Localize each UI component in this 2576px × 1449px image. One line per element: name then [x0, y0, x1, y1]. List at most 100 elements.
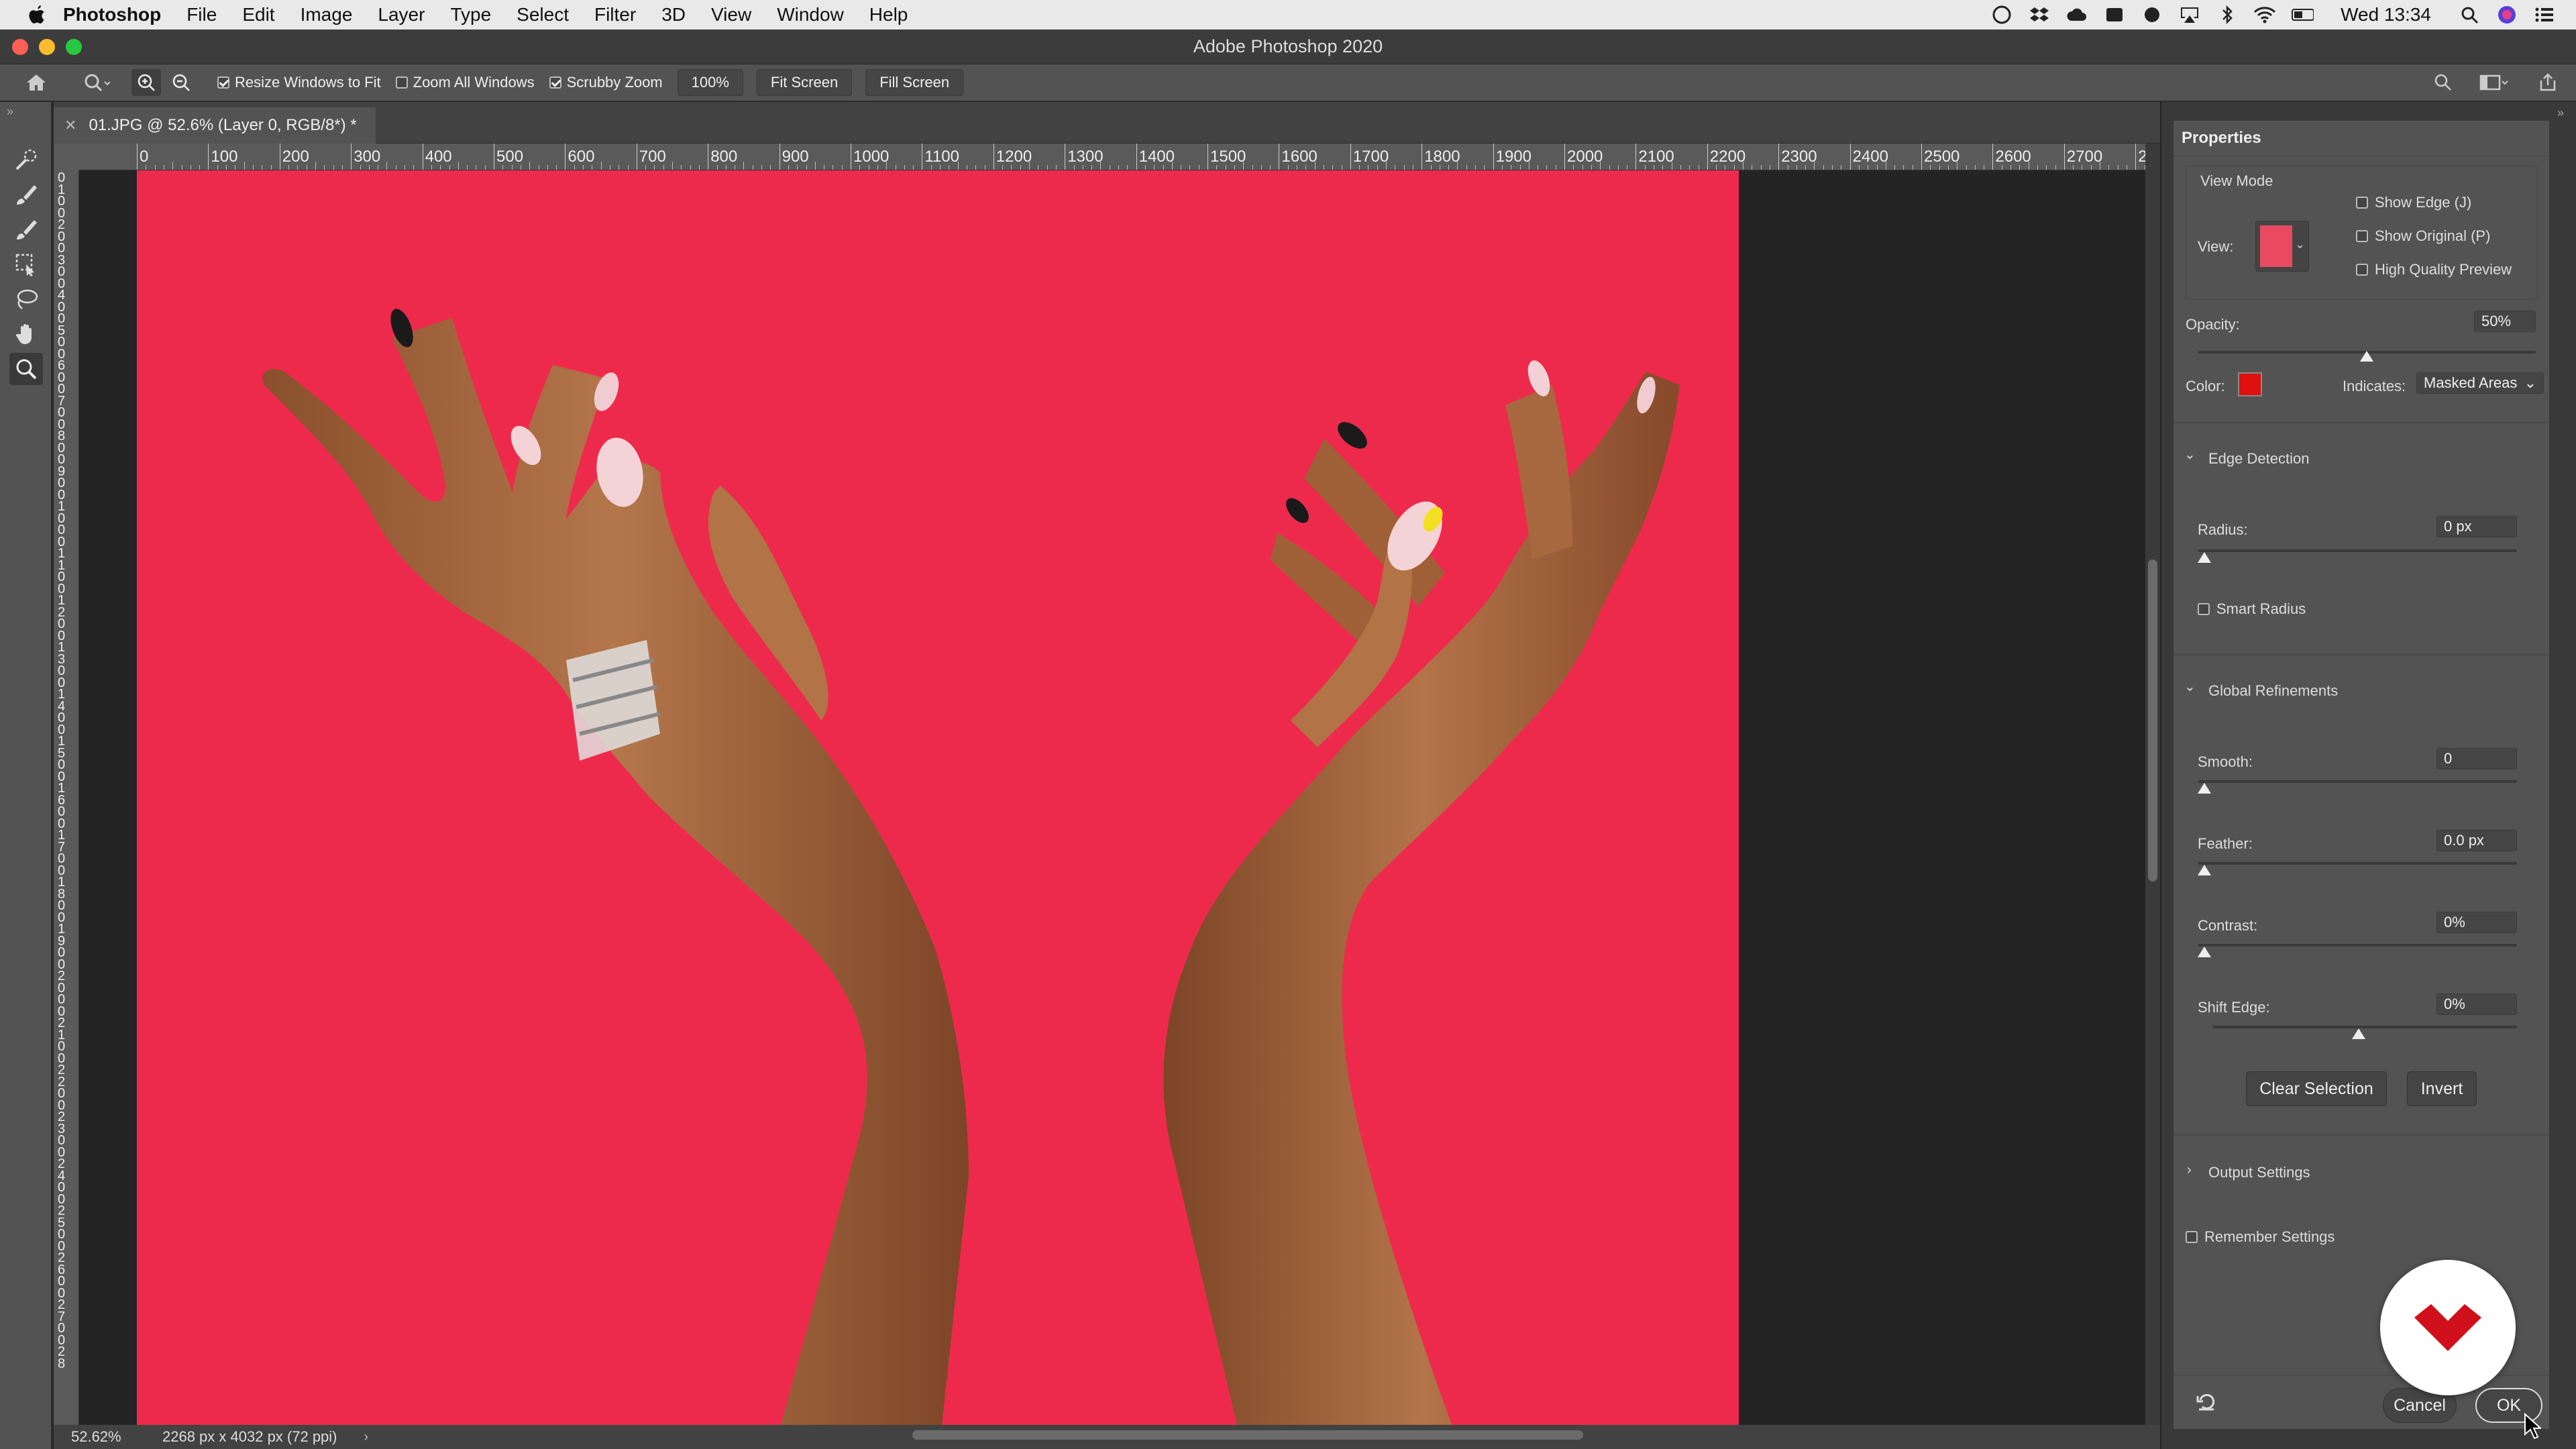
bluetooth-icon[interactable]: [2216, 5, 2239, 25]
dropbox-icon[interactable]: [2028, 5, 2051, 25]
lasso-tool-icon[interactable]: [9, 283, 43, 315]
checkbox-checked[interactable]: [217, 76, 229, 89]
airplay-icon[interactable]: [2178, 5, 2201, 25]
zoom-100-button[interactable]: 100%: [677, 69, 743, 96]
document-tab[interactable]: ✕ 01.JPG @ 52.6% (Layer 0, RGB/8*) *: [54, 107, 376, 144]
menu-filter[interactable]: Filter: [594, 4, 636, 25]
global-refinements-header[interactable]: Global Refinements: [2208, 682, 2338, 700]
workspace-icon[interactable]: [2479, 69, 2509, 96]
quick-selection-tool-icon[interactable]: [9, 144, 43, 176]
smooth-slider-track[interactable]: [2198, 780, 2517, 783]
feather-field[interactable]: 0.0 px: [2436, 830, 2517, 851]
zoom-all-windows-checkbox[interactable]: Zoom All Windows: [395, 74, 535, 91]
zoom-tool-preset-icon[interactable]: [82, 69, 111, 96]
menu-app-photoshop[interactable]: Photoshop: [63, 4, 161, 25]
fit-screen-button[interactable]: Fit Screen: [756, 69, 853, 96]
document-image[interactable]: [137, 170, 1739, 1425]
chevron-down-icon[interactable]: ⌄: [2184, 446, 2196, 463]
contrast-slider-track[interactable]: [2198, 944, 2517, 947]
opacity-field[interactable]: 50%: [2474, 311, 2536, 332]
creative-cloud-icon[interactable]: [1990, 5, 2013, 25]
checkbox-unchecked[interactable]: [2356, 197, 2368, 209]
zoom-out-icon[interactable]: [166, 69, 196, 96]
high-quality-preview-checkbox[interactable]: High Quality Preview: [2356, 261, 2512, 278]
radius-field[interactable]: 0 px: [2436, 516, 2517, 537]
shift-edge-slider-thumb[interactable]: [2352, 1028, 2365, 1039]
scrubby-zoom-checkbox[interactable]: Scrubby Zoom: [549, 74, 663, 91]
do-not-disturb-icon[interactable]: [2141, 5, 2163, 25]
close-window-button[interactable]: [12, 39, 28, 55]
brush-tool-icon[interactable]: [9, 213, 43, 246]
chevron-down-icon[interactable]: ⌄: [2184, 678, 2196, 695]
ruler-origin[interactable]: [54, 144, 79, 170]
remember-settings-checkbox[interactable]: Remember Settings: [2186, 1228, 2334, 1246]
vertical-scrollbar[interactable]: [2145, 144, 2160, 1425]
zoom-in-icon[interactable]: [131, 69, 161, 96]
refine-edge-brush-icon[interactable]: [9, 178, 43, 211]
checkbox-unchecked[interactable]: [2198, 603, 2210, 615]
checkbox-unchecked[interactable]: [395, 76, 408, 89]
radius-slider-thumb[interactable]: [2198, 552, 2211, 563]
cloud-sync-icon[interactable]: [2065, 5, 2088, 25]
collapse-panels-icon[interactable]: »: [2557, 106, 2564, 120]
zoom-window-button[interactable]: [66, 39, 82, 55]
clock[interactable]: Wed 13:34: [2341, 4, 2431, 25]
contrast-field[interactable]: 0%: [2436, 912, 2517, 933]
hand-tool-icon[interactable]: [9, 318, 43, 350]
feather-slider-track[interactable]: [2198, 862, 2517, 865]
wifi-icon[interactable]: [2253, 5, 2276, 25]
checkbox-unchecked[interactable]: [2186, 1231, 2198, 1243]
feather-slider-thumb[interactable]: [2198, 865, 2211, 875]
shift-edge-field[interactable]: 0%: [2436, 994, 2517, 1015]
spotlight-search-icon[interactable]: [2458, 5, 2481, 25]
menu-edit[interactable]: Edit: [242, 4, 274, 25]
clear-selection-button[interactable]: Clear Selection: [2246, 1071, 2387, 1106]
indicates-dropdown[interactable]: Masked Areas ⌄: [2416, 372, 2544, 394]
color-swatch[interactable]: [2238, 372, 2262, 396]
show-edge-checkbox[interactable]: Show Edge (J): [2356, 194, 2471, 211]
radius-slider-track[interactable]: [2198, 549, 2517, 552]
home-icon[interactable]: [21, 69, 51, 96]
checkbox-checked[interactable]: [549, 76, 561, 89]
share-icon[interactable]: [2533, 69, 2563, 96]
horizontal-ruler[interactable]: 0 100 200 300 400 500 600 700 800 900 1000 1100 1200…: [79, 144, 2145, 170]
checkbox-unchecked[interactable]: [2356, 230, 2368, 242]
menu-image[interactable]: Image: [301, 4, 353, 25]
search-icon[interactable]: [2428, 69, 2458, 96]
resize-windows-checkbox[interactable]: Resize Windows to Fit: [217, 74, 381, 91]
vertical-scrollbar-thumb[interactable]: [2148, 559, 2157, 881]
status-menu-arrow-icon[interactable]: ›: [364, 1430, 369, 1445]
reset-icon[interactable]: [2196, 1392, 2218, 1416]
chevron-right-icon[interactable]: ›: [2187, 1163, 2192, 1178]
menu-view[interactable]: View: [711, 4, 751, 25]
siri-icon[interactable]: [2496, 5, 2518, 25]
smooth-slider-thumb[interactable]: [2198, 783, 2211, 794]
output-settings-header[interactable]: Output Settings: [2208, 1164, 2310, 1181]
smooth-field[interactable]: 0: [2436, 748, 2517, 769]
invert-button[interactable]: Invert: [2407, 1071, 2477, 1106]
menu-window[interactable]: Window: [777, 4, 844, 25]
object-selection-tool-icon[interactable]: [9, 248, 43, 280]
apple-icon[interactable]: [27, 4, 48, 25]
menu-3d[interactable]: 3D: [661, 4, 686, 25]
fill-screen-button[interactable]: Fill Screen: [865, 69, 964, 96]
menu-select[interactable]: Select: [517, 4, 569, 25]
notification-center-icon[interactable]: [2533, 5, 2556, 25]
edge-detection-header[interactable]: Edge Detection: [2208, 450, 2309, 468]
properties-tab[interactable]: Properties: [2174, 121, 2281, 156]
smart-radius-checkbox[interactable]: Smart Radius: [2198, 600, 2306, 618]
menu-type[interactable]: Type: [450, 4, 491, 25]
horizontal-scrollbar-thumb[interactable]: [912, 1430, 1583, 1440]
zoom-tool-icon[interactable]: [9, 353, 43, 385]
opacity-slider-thumb[interactable]: [2360, 351, 2373, 362]
close-tab-icon[interactable]: ✕: [64, 117, 76, 134]
vertical-ruler[interactable]: 0100200300400500600700800900100011001200…: [54, 170, 79, 1425]
menu-help[interactable]: Help: [869, 4, 908, 25]
collapse-toolbar-icon[interactable]: »: [7, 105, 13, 119]
contrast-slider-thumb[interactable]: [2198, 947, 2211, 957]
canvas-area[interactable]: [79, 170, 2145, 1425]
view-mode-dropdown[interactable]: ⌄: [2255, 221, 2309, 272]
menu-extra-icon[interactable]: [2103, 5, 2126, 25]
minimize-window-button[interactable]: [39, 39, 55, 55]
menu-file[interactable]: File: [186, 4, 217, 25]
